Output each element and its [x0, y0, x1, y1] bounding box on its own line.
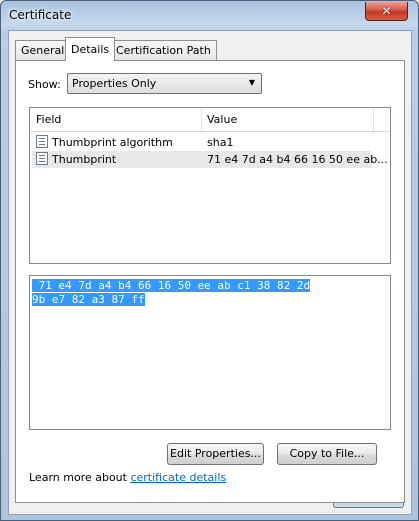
show-label: Show: — [28, 78, 61, 91]
tab-details-label: Details — [71, 43, 110, 56]
row-field: Thumbprint — [52, 153, 117, 166]
selected-text-line-1: 71 e4 7d a4 b4 66 16 50 ee ab c1 38 82 2… — [32, 279, 311, 292]
value-detail-textbox[interactable]: 71 e4 7d a4 b4 66 16 50 ee ab c1 38 82 2… — [29, 275, 391, 430]
learn-more-text: Learn more about certificate details — [29, 471, 226, 484]
tab-general[interactable]: General — [15, 40, 71, 60]
details-tab-panel: Show: Properties Only ▼ Field Value Thum… — [15, 60, 405, 503]
tab-general-label: General — [21, 44, 65, 57]
chevron-down-icon: ▼ — [248, 78, 255, 87]
tab-certification-path[interactable]: Certification Path — [110, 40, 217, 60]
certificate-details-link[interactable]: certificate details — [130, 471, 226, 484]
column-divider[interactable] — [373, 108, 374, 131]
close-button[interactable]: ✕ — [365, 2, 408, 21]
list-row[interactable]: Thumbprint algorithm sha1 — [32, 134, 372, 151]
edit-properties-button[interactable]: Edit Properties... — [167, 443, 264, 465]
copy-to-file-button[interactable]: Copy to File... — [277, 443, 377, 465]
list-header: Field Value — [30, 108, 390, 132]
close-icon: ✕ — [381, 4, 392, 18]
selected-text-line-2: 9b e7 82 a3 87 ff — [32, 293, 145, 306]
column-header-field[interactable]: Field — [36, 113, 61, 126]
fields-list[interactable]: Field Value Thumbprint algorithm sha1 Th… — [29, 107, 391, 264]
row-field: Thumbprint algorithm — [52, 136, 173, 149]
title-bar[interactable]: Certificate ✕ — [1, 1, 419, 31]
tab-details[interactable]: Details — [65, 37, 116, 61]
row-value: 71 e4 7d a4 b4 66 16 50 ee ab... — [207, 153, 388, 166]
column-header-value[interactable]: Value — [207, 113, 237, 126]
show-dropdown[interactable]: Properties Only ▼ — [67, 73, 262, 94]
learn-more-prefix: Learn more about — [29, 471, 131, 484]
row-value: sha1 — [207, 136, 234, 149]
edit-properties-label: Edit Properties... — [170, 447, 261, 460]
list-row-selected[interactable]: Thumbprint 71 e4 7d a4 b4 66 16 50 ee ab… — [32, 151, 388, 168]
copy-to-file-label: Copy to File... — [289, 447, 365, 460]
show-dropdown-value: Properties Only — [72, 77, 157, 90]
dialog-client-area: General Details Certification Path Show:… — [8, 30, 412, 515]
certificate-window: Certificate ✕ General Details Certificat… — [0, 0, 419, 521]
column-divider[interactable] — [201, 108, 202, 131]
certificate-field-icon — [36, 135, 48, 148]
certificate-field-icon — [36, 152, 48, 165]
tab-certification-path-label: Certification Path — [116, 44, 211, 57]
window-title: Certificate — [9, 8, 72, 22]
